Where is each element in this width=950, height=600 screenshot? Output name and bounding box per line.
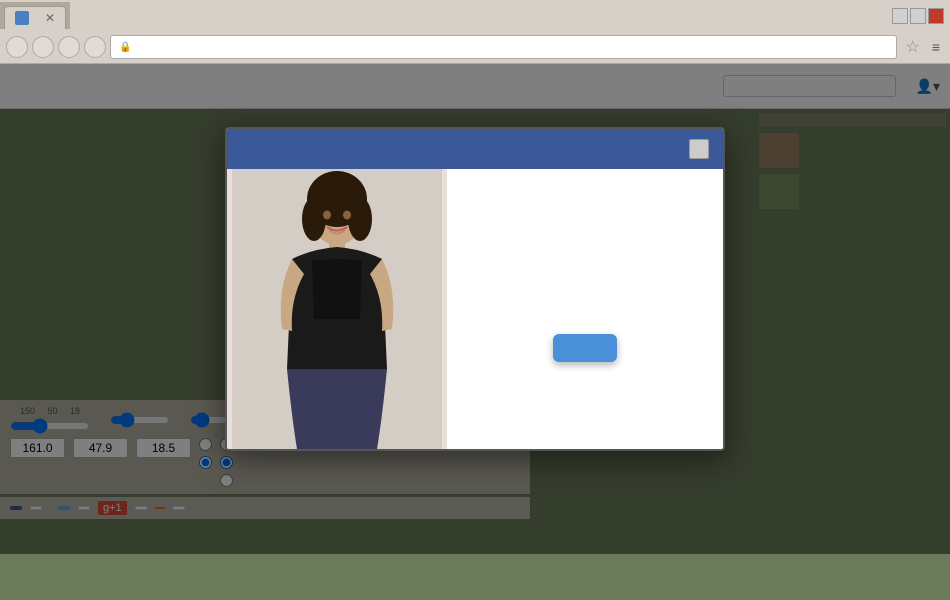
popup-cta-button[interactable] <box>553 334 617 362</box>
popup-content-area <box>447 169 723 449</box>
nav-bar: 🔒 ☆ ≡ <box>0 31 950 63</box>
address-bar[interactable]: 🔒 <box>110 35 897 59</box>
forward-button[interactable] <box>32 36 54 58</box>
minimize-button[interactable] <box>892 8 908 24</box>
top-row: ✕ <box>0 0 950 31</box>
popup-overlay <box>0 64 950 554</box>
popup-header <box>227 129 723 169</box>
refresh-button[interactable] <box>58 36 80 58</box>
tab-close-icon[interactable]: ✕ <box>45 11 55 25</box>
popup-dialog <box>225 127 725 451</box>
browser-chrome: ✕ 🔒 ☆ ≡ <box>0 0 950 64</box>
tab-favicon <box>15 11 29 25</box>
bookmark-button[interactable]: ☆ <box>901 37 923 57</box>
window-controls <box>892 8 944 24</box>
close-window-button[interactable] <box>928 8 944 24</box>
address-icon: 🔒 <box>119 42 131 53</box>
browser-tab[interactable]: ✕ <box>4 6 66 29</box>
popup-image-area <box>227 169 447 449</box>
home-button[interactable] <box>84 36 106 58</box>
popup-close-button[interactable] <box>689 139 709 159</box>
maximize-button[interactable] <box>910 8 926 24</box>
popup-body <box>227 169 723 449</box>
woman-illustration <box>232 169 442 449</box>
website-background: 👤▾ <box>0 64 950 554</box>
menu-button[interactable]: ≡ <box>928 39 944 55</box>
tab-bar: ✕ <box>0 2 70 29</box>
back-button[interactable] <box>6 36 28 58</box>
